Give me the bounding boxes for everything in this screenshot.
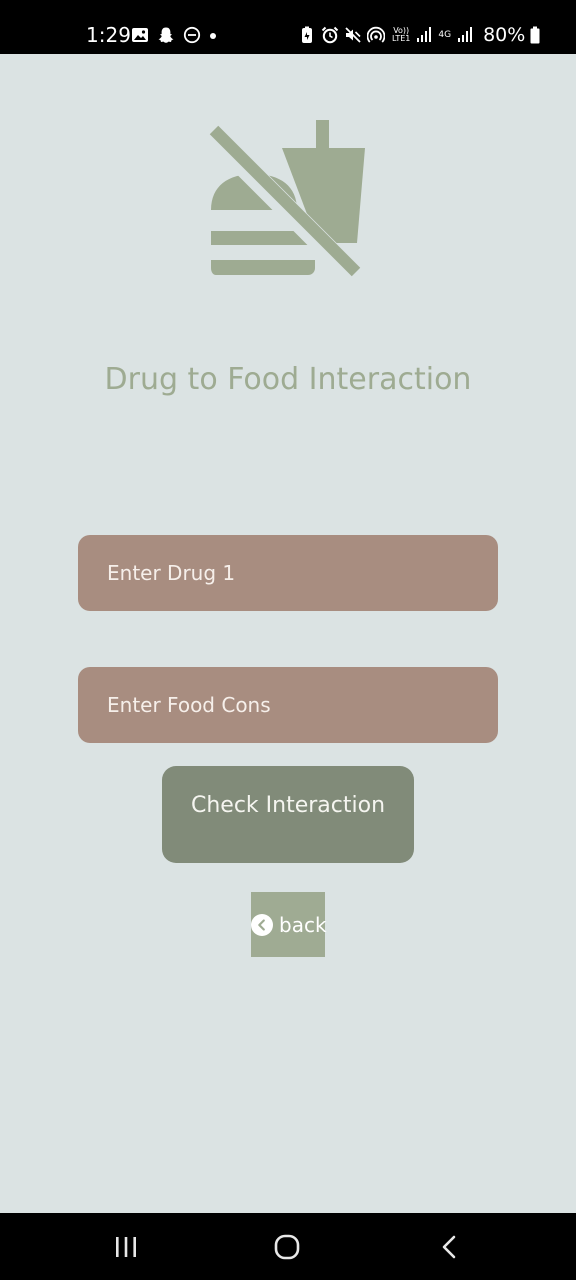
battery-icon [530, 26, 540, 44]
snapchat-icon [158, 27, 174, 43]
hotspot-icon [367, 26, 385, 43]
status-right-icons: Vo)) LTE1 4G 80% [298, 24, 540, 46]
check-interaction-label: Check Interaction [190, 793, 386, 818]
back-icon[interactable] [436, 1233, 464, 1261]
battery-percentage: 80% [483, 24, 526, 46]
status-bar: 1:29 Vo)) LTE1 4G 80% [0, 0, 576, 54]
alarm-icon [321, 26, 339, 44]
drug-input[interactable] [78, 535, 498, 611]
nav-bar [0, 1213, 576, 1280]
check-interaction-button[interactable]: Check Interaction [162, 766, 414, 863]
back-button[interactable]: back [251, 892, 327, 957]
recents-icon[interactable] [112, 1233, 140, 1261]
do-not-disturb-icon [183, 26, 201, 44]
page-title: Drug to Food Interaction [104, 362, 472, 397]
volte-label: Vo)) LTE1 [392, 26, 411, 43]
dot-icon [210, 33, 216, 39]
mute-icon [345, 27, 361, 43]
no-food-icon [208, 120, 365, 278]
back-label: back [279, 912, 327, 937]
signal-icon [417, 27, 432, 42]
status-left-icons [131, 24, 217, 46]
gallery-icon [132, 28, 148, 42]
network-type-label: 4G [438, 30, 452, 40]
battery-saver-icon [302, 26, 312, 43]
status-time: 1:29 [86, 23, 131, 47]
food-input[interactable] [78, 667, 498, 743]
signal-icon [458, 27, 473, 42]
chevron-left-icon [251, 913, 273, 936]
home-icon[interactable] [273, 1233, 301, 1261]
